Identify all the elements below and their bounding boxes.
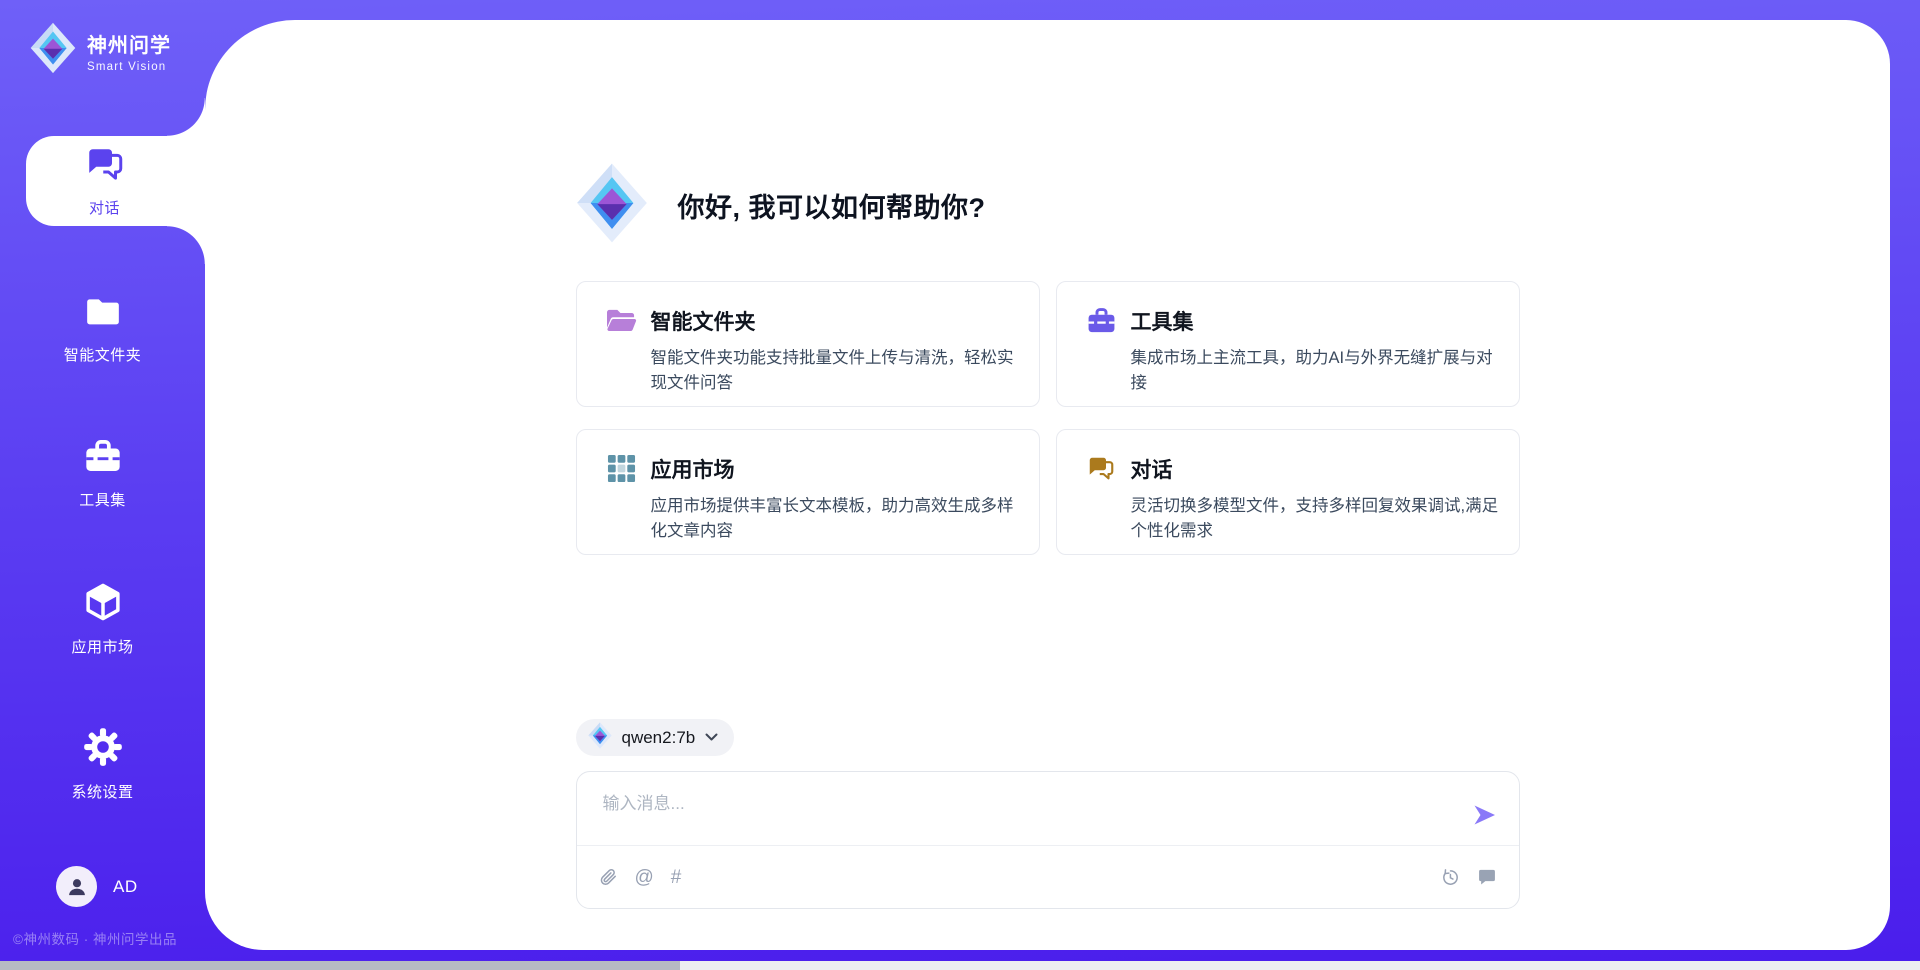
model-selector[interactable]: qwen2:7b [576,719,735,756]
card-description: 智能文件夹功能支持批量文件上传与清洗，轻松实现文件问答 [651,346,1025,396]
user-profile[interactable]: AD [56,866,138,907]
sidebar-item-label: 工具集 [79,489,126,510]
model-name: qwen2:7b [622,728,696,748]
card-description: 集成市场上主流工具，助力AI与外界无缝扩展与对接 [1131,346,1505,396]
history-icon [1440,867,1460,887]
feature-cards: 智能文件夹 智能文件夹功能支持批量文件上传与清洗，轻松实现文件问答 [576,281,1520,555]
card-smart-folder[interactable]: 智能文件夹 智能文件夹功能支持批量文件上传与清洗，轻松实现文件问答 [576,281,1040,407]
horizontal-scrollbar-track[interactable] [0,961,1920,970]
card-toolset[interactable]: 工具集 集成市场上主流工具，助力AI与外界无缝扩展与对接 [1056,281,1520,407]
at-icon: @ [635,868,654,887]
cube-icon [82,581,124,627]
sidebar-item-toolset[interactable]: 工具集 [0,436,205,510]
message-input[interactable] [577,772,1519,845]
history-button[interactable] [1440,867,1460,887]
topic-button[interactable]: # [671,868,682,887]
brand-diamond-icon [588,722,612,754]
brand-name: 神州问学 [87,29,171,58]
main-panel: 你好, 我可以如何帮助你? 智能文件夹 智能文件夹功能支持批量文件上传与清洗，轻… [205,20,1890,950]
gear-icon [82,726,124,772]
brand-logo: 神州问学 Smart Vision [30,22,171,79]
mention-button[interactable]: @ [635,868,654,887]
sidebar-item-settings[interactable]: 系统设置 [0,726,205,802]
card-chat[interactable]: 对话 灵活切换多模型文件，支持多样回复效果调试,满足个性化需求 [1056,429,1520,555]
card-title: 智能文件夹 [651,306,756,336]
toolbox-icon [83,436,123,480]
folder-open-icon [605,304,638,337]
brand-diamond-icon [30,22,76,79]
chat-bubbles-icon [1085,452,1118,485]
sidebar-item-label: 智能文件夹 [64,344,142,365]
feedback-button[interactable] [1477,867,1497,887]
app-window: 神州问学 Smart Vision 对话 智能文件夹 [0,0,1920,970]
card-title: 应用市场 [651,454,735,484]
sidebar-item-smart-folder[interactable]: 智能文件夹 [0,291,205,365]
paperclip-icon [599,867,618,888]
sidebar-item-label: 系统设置 [71,781,133,802]
greeting-title: 你好, 我可以如何帮助你? [678,186,986,225]
user-name: AD [113,877,138,897]
card-title: 对话 [1131,454,1173,484]
brand-subtitle: Smart Vision [87,61,171,73]
folder-icon [83,291,123,335]
sidebar-item-label: 对话 [89,197,120,218]
chevron-down-icon [705,729,718,747]
brand-diamond-icon [576,161,648,250]
sidebar-item-chat[interactable]: 对话 [26,136,205,226]
hash-icon: # [671,868,682,887]
message-composer: @ # [576,771,1520,909]
card-title: 工具集 [1131,306,1194,336]
feedback-bubble-icon [1477,867,1497,887]
greeting: 你好, 我可以如何帮助你? [576,161,1520,250]
composer-toolbar: @ # [577,845,1519,908]
card-description: 灵活切换多模型文件，支持多样回复效果调试,满足个性化需求 [1131,494,1505,544]
sidebar-item-label: 应用市场 [71,636,133,657]
card-description: 应用市场提供丰富长文本模板，助力高效生成多样化文章内容 [651,494,1025,544]
copyright-text: ©神州数码 · 神州问学出品 [13,928,177,948]
toolbox-icon [1085,304,1118,337]
avatar [56,866,97,907]
send-button[interactable] [1471,804,1497,826]
sidebar-item-app-market[interactable]: 应用市场 [0,581,205,657]
sidebar: 神州问学 Smart Vision 对话 智能文件夹 [0,0,205,970]
horizontal-scrollbar-thumb[interactable] [0,961,680,970]
chat-bubbles-icon [84,144,126,190]
grid-icon [605,452,638,485]
send-icon [1471,814,1497,829]
attach-file-button[interactable] [599,867,618,888]
card-app-market[interactable]: 应用市场 应用市场提供丰富长文本模板，助力高效生成多样化文章内容 [576,429,1040,555]
